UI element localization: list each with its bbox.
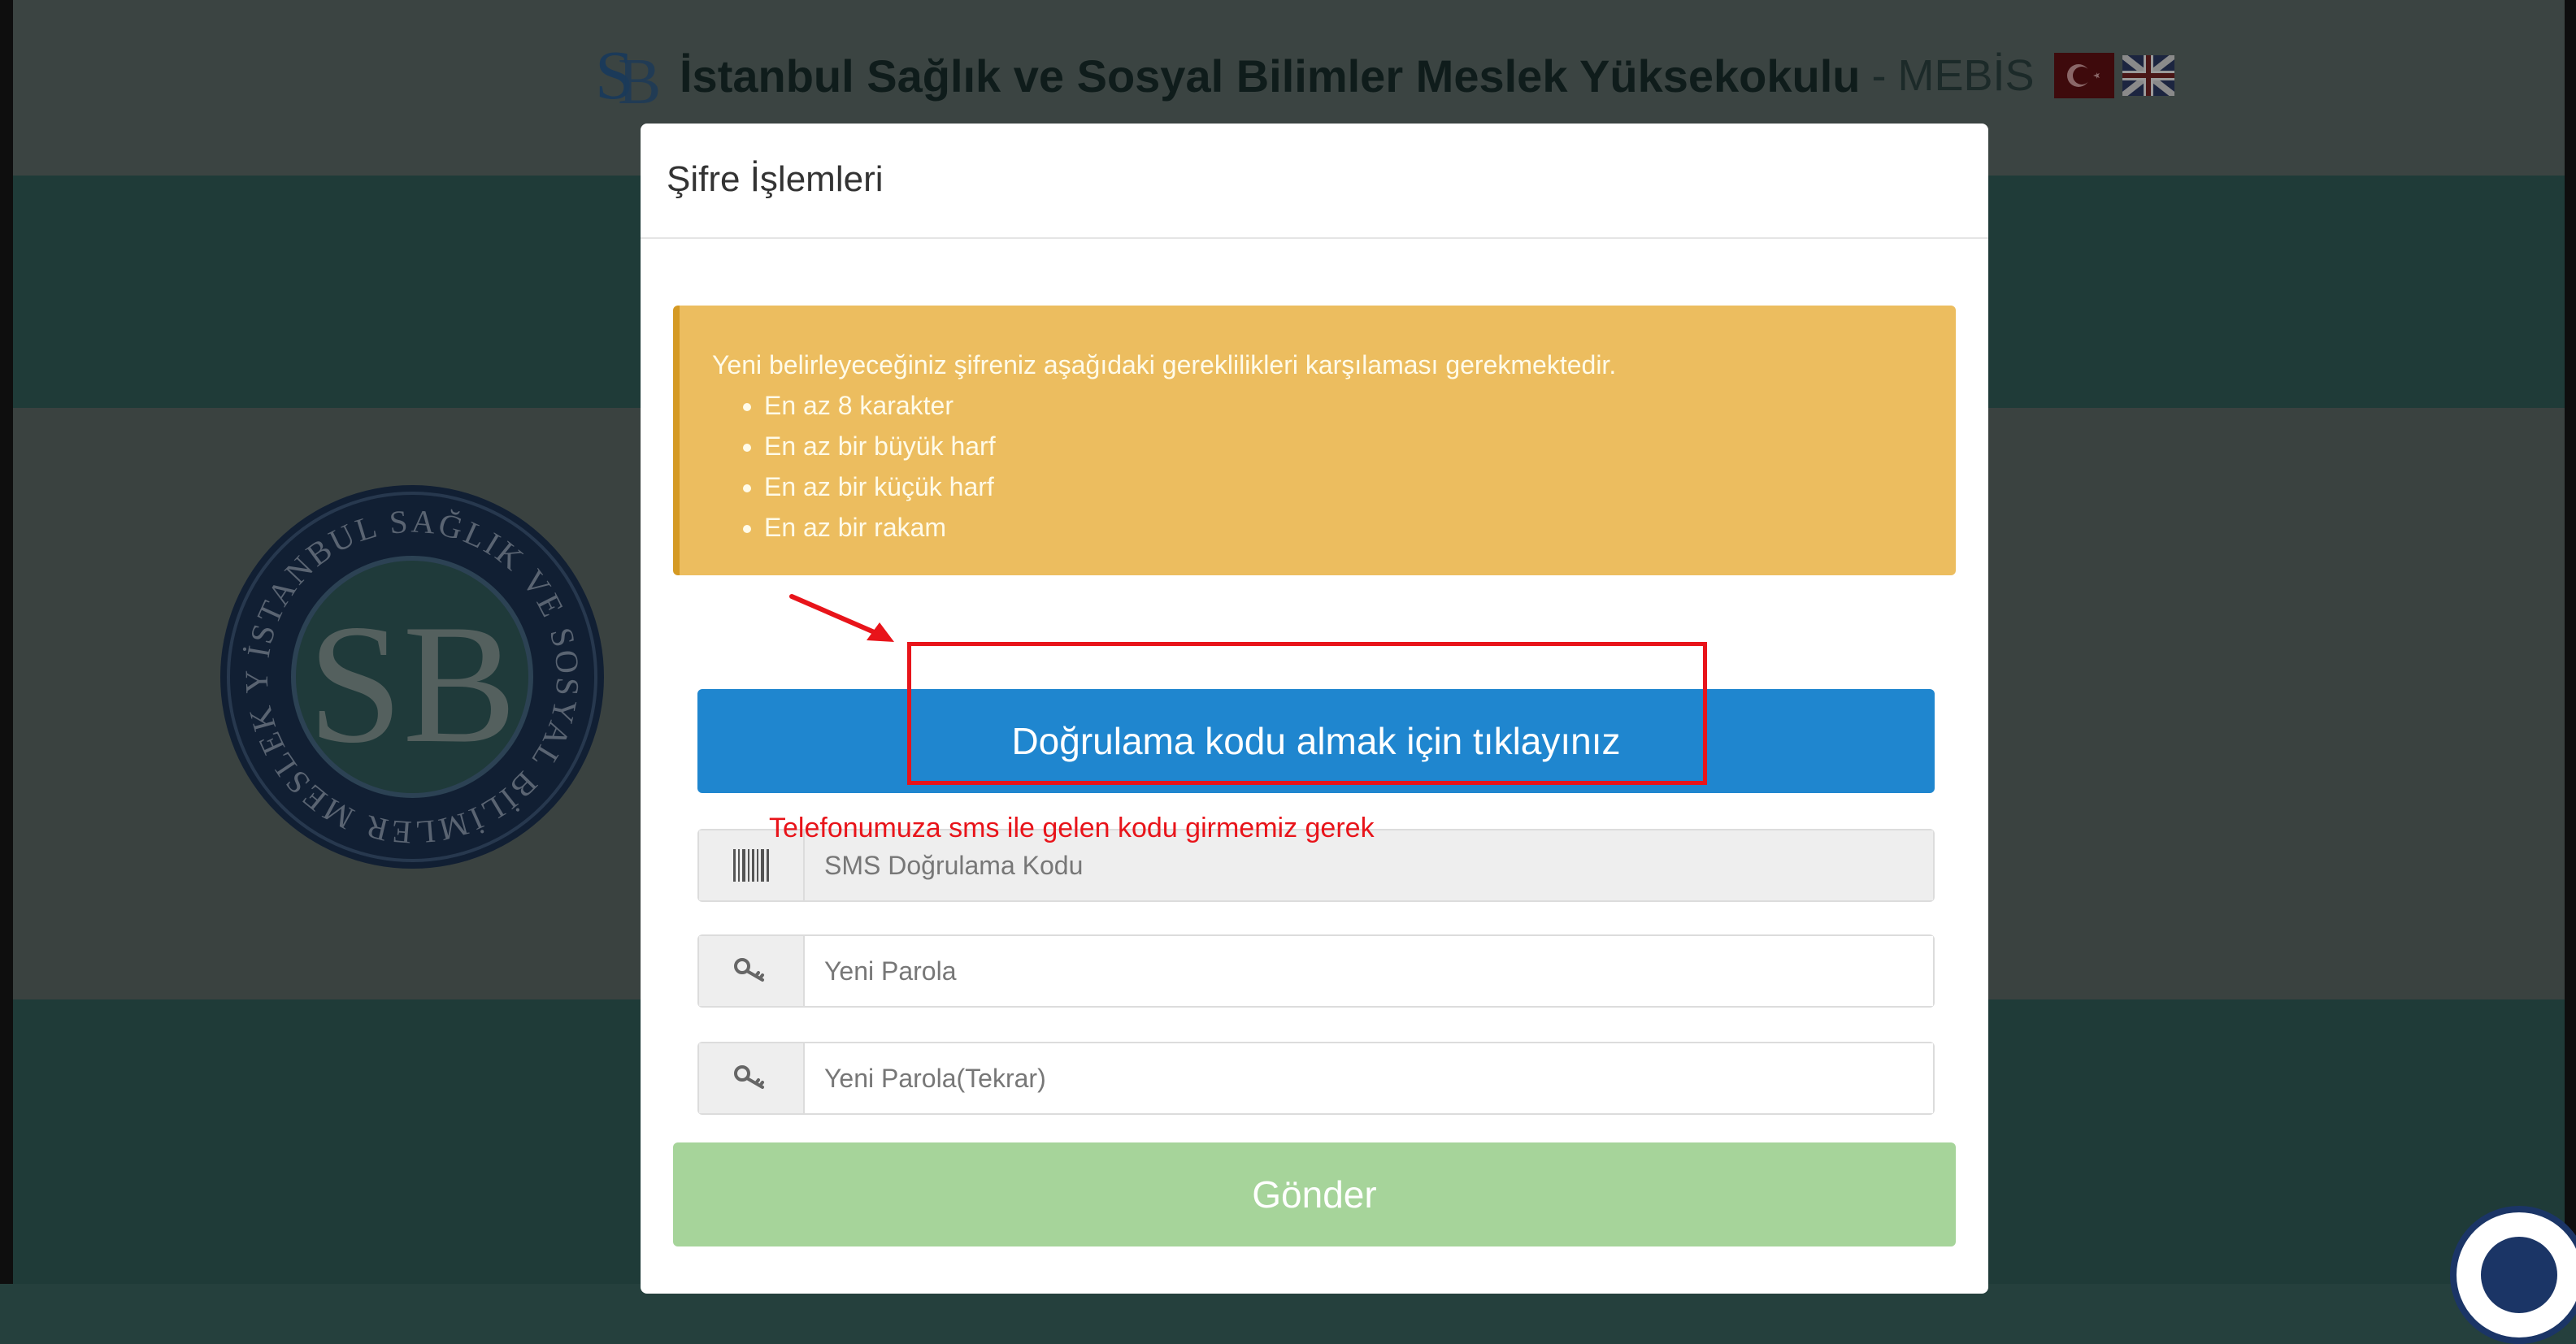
annotation-note: Telefonumuza sms ile gelen kodu girmemiz… <box>769 813 1375 843</box>
uk-flag-icon[interactable] <box>2120 52 2176 99</box>
requirement-item: En az 8 karakter <box>764 385 1956 426</box>
requirements-intro: Yeni belirleyeceğiniz şifreniz aşağıdaki… <box>712 350 1617 379</box>
dialog-title: Şifre İşlemleri <box>667 159 884 199</box>
new-password-repeat-input[interactable] <box>805 1043 1933 1113</box>
password-requirements-alert: Yeni belirleyeceğiniz şifreniz aşağıdaki… <box>673 306 1956 575</box>
new-password-input[interactable] <box>805 936 1933 1006</box>
key-icon <box>699 1043 805 1113</box>
submit-button[interactable]: Gönder <box>673 1142 1956 1246</box>
chat-button[interactable] <box>2450 1206 2576 1344</box>
site-brand: S B İstanbul Sağlık ve Sosyal Bilimler M… <box>593 31 2176 120</box>
institution-name[interactable]: İstanbul Sağlık ve Sosyal Bilimler Mesle… <box>680 50 1860 102</box>
requirements-list: En az 8 karakter En az bir büyük harf En… <box>712 385 1956 548</box>
turkish-flag-icon[interactable] <box>2053 53 2114 98</box>
svg-text:SB: SB <box>308 590 517 778</box>
institution-seal-icon: İSTANBUL SAĞLIK VE SOSYAL BİLİMLER MESLE… <box>218 483 604 869</box>
chat-icon <box>2481 1237 2557 1313</box>
requirement-item: En az bir rakam <box>764 507 1956 548</box>
dialog-header: Şifre İşlemleri <box>641 124 1988 239</box>
key-icon <box>699 936 805 1006</box>
requirement-item: En az bir büyük harf <box>764 426 1956 466</box>
new-password-repeat-group <box>697 1042 1935 1115</box>
system-name: MEBİS <box>1897 51 2035 100</box>
brand-separator: - <box>1871 51 1887 100</box>
new-password-group <box>697 934 1935 1008</box>
window-edge-right <box>2565 0 2576 1284</box>
annotation-highlight-box <box>907 642 1707 785</box>
requirement-item: En az bir küçük harf <box>764 466 1956 507</box>
annotation-arrow-icon <box>789 594 894 642</box>
svg-text:B: B <box>618 46 658 116</box>
ssb-logo-icon: S B <box>595 36 658 116</box>
window-edge-left <box>0 0 13 1284</box>
